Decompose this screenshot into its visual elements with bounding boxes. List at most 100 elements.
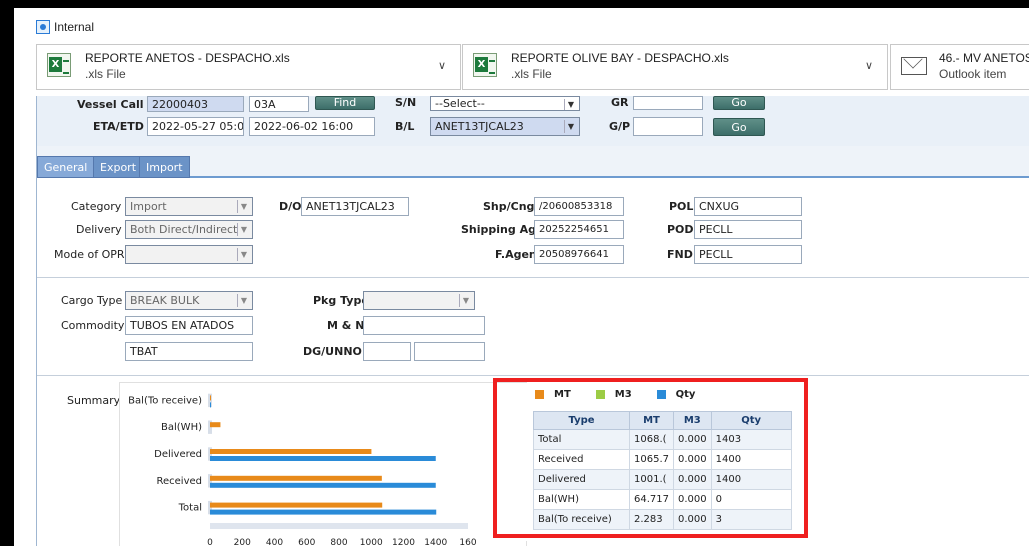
attachment-2[interactable]: REPORTE OLIVE BAY - DESPACHO.xls .xls Fi… [462, 44, 888, 90]
gr-input[interactable] [633, 96, 703, 110]
x-axis-strip [210, 523, 468, 529]
attachment-type: .xls File [85, 67, 126, 81]
category-label: Bal(WH) [161, 422, 202, 433]
find-button[interactable]: Find [315, 96, 375, 110]
sn-select[interactable]: --Select-- ▼ [430, 96, 580, 111]
vessel-call-suffix[interactable]: 03A [249, 96, 309, 112]
bar-qty [210, 482, 436, 488]
chevron-down-icon[interactable]: ∨ [438, 59, 446, 72]
shp-input[interactable]: /20600853318 [534, 197, 624, 216]
x-tick-label: 800 [330, 538, 347, 546]
etd-input[interactable]: 2022-06-02 16:00 [249, 117, 375, 136]
summary-chart: Bal(To receive) Bal(WH) Delivered Received T… [119, 382, 527, 546]
mn-input[interactable] [363, 316, 485, 335]
category-label: Category [71, 200, 122, 213]
agent-input[interactable]: 20252254651 [534, 220, 624, 239]
commodity-label: Commodity [61, 319, 125, 332]
x-tick-label: 1200 [392, 538, 415, 546]
tab-general[interactable]: General [37, 156, 95, 178]
dg-label: DG/UNNO [303, 345, 362, 358]
pkg-type-label: Pkg Type [313, 294, 369, 307]
chevron-down-icon: ▼ [237, 223, 250, 236]
gp-label: G/P [609, 120, 631, 133]
chevron-down-icon: ▼ [237, 200, 250, 213]
fnd-label: FND [667, 248, 693, 261]
bl-label: B/L [395, 120, 415, 133]
attachment-name: 46.- MV ANETOS -- [939, 51, 1029, 65]
chevron-down-icon: ▼ [237, 248, 250, 261]
category-label: Delivered [154, 449, 202, 460]
mode-select[interactable]: ▼ [125, 245, 253, 264]
cargo-section: Cargo Type BREAK BULK ▼ Commodity TUBOS … [37, 278, 1029, 376]
x-tick-label: 400 [266, 538, 283, 546]
chevron-down-icon: ▼ [237, 294, 250, 307]
tab-bar: General Export Import [37, 156, 1029, 178]
attachment-3[interactable]: 46.- MV ANETOS -- Outlook item [890, 44, 1029, 90]
general-section: Category Import ▼ Delivery Both Direct/I… [37, 178, 1029, 278]
bar-mt [210, 422, 221, 428]
do-label: D/O [279, 200, 302, 213]
attachment-1[interactable]: REPORTE ANETOS - DESPACHO.xls .xls File … [36, 44, 461, 90]
gp-input[interactable] [633, 117, 703, 136]
mn-label: M & N [327, 319, 365, 332]
bl-select-value: ANET13TJCAL23 [435, 120, 524, 133]
dg-input[interactable] [363, 342, 411, 361]
do-input[interactable]: ANET13TJCAL23 [301, 197, 409, 216]
excel-file-icon [47, 53, 71, 77]
mode-label: Mode of OPR. [54, 248, 128, 261]
internal-text: Internal [54, 20, 95, 34]
bar-mt [210, 502, 383, 508]
x-tick-label: 0 [207, 538, 213, 546]
go-gp-button[interactable]: Go [713, 118, 765, 136]
x-tick-label: 600 [298, 538, 315, 546]
highlight-annotation-box [493, 378, 808, 538]
vessel-call-input[interactable]: 22000403 [147, 96, 244, 112]
shp-label: Shp/Cng [483, 200, 535, 213]
cargo-type-select[interactable]: BREAK BULK ▼ [125, 291, 253, 310]
tab-export[interactable]: Export [93, 156, 144, 178]
pol-input[interactable]: CNXUG [694, 197, 802, 216]
cargo-type-label: Cargo Type [61, 294, 123, 307]
tab-import[interactable]: Import [139, 156, 190, 178]
chevron-down-icon: ▼ [564, 99, 577, 110]
category-label: Received [157, 476, 203, 487]
pod-label: POD [667, 223, 694, 236]
gr-label: GR [611, 96, 629, 109]
delivery-label: Delivery [76, 223, 122, 236]
x-tick-label: 160 [459, 538, 476, 546]
bl-select[interactable]: ANET13TJCAL23 ▼ [430, 117, 580, 136]
summary-label: Summary [67, 394, 121, 407]
commodity-input[interactable]: TUBOS EN ATADOS [125, 316, 253, 335]
bar-qty [210, 509, 437, 515]
attachment-name: REPORTE ANETOS - DESPACHO.xls [85, 51, 290, 65]
internal-label: Internal [36, 20, 94, 34]
chevron-down-icon[interactable]: ∨ [865, 59, 873, 72]
attachment-type: .xls File [511, 67, 552, 81]
delivery-value: Both Direct/Indirect [130, 223, 238, 236]
eta-input[interactable]: 2022-05-27 05:00 [147, 117, 244, 136]
category-select[interactable]: Import ▼ [125, 197, 253, 216]
pod-input[interactable]: PECLL [694, 220, 802, 239]
chevron-down-icon: ▼ [459, 294, 472, 307]
attachment-type: Outlook item [939, 67, 1007, 81]
fnd-input[interactable]: PECLL [694, 245, 802, 264]
x-tick-label: 200 [234, 538, 251, 546]
fagent-input[interactable]: 20508976641 [534, 245, 624, 264]
excel-file-icon [473, 53, 497, 77]
sensitivity-icon [36, 20, 50, 34]
bar-mt [210, 395, 211, 401]
delivery-select[interactable]: Both Direct/Indirect ▼ [125, 220, 253, 239]
envelope-icon [901, 57, 927, 75]
go-gr-button[interactable]: Go [713, 96, 765, 110]
bar-qty [210, 402, 211, 408]
attachment-bar: Internal REPORTE ANETOS - DESPACHO.xls .… [14, 8, 1029, 96]
category-label: Total [178, 503, 202, 514]
eta-label: ETA/ETD [93, 120, 144, 133]
pkg-type-select[interactable]: ▼ [363, 291, 475, 310]
x-tick-label: 1000 [360, 538, 383, 546]
commodity-code-input[interactable]: TBAT [125, 342, 253, 361]
cargo-type-value: BREAK BULK [130, 294, 200, 307]
category-value: Import [130, 200, 167, 213]
bar-mt [210, 449, 372, 454]
unno-input[interactable] [414, 342, 485, 361]
